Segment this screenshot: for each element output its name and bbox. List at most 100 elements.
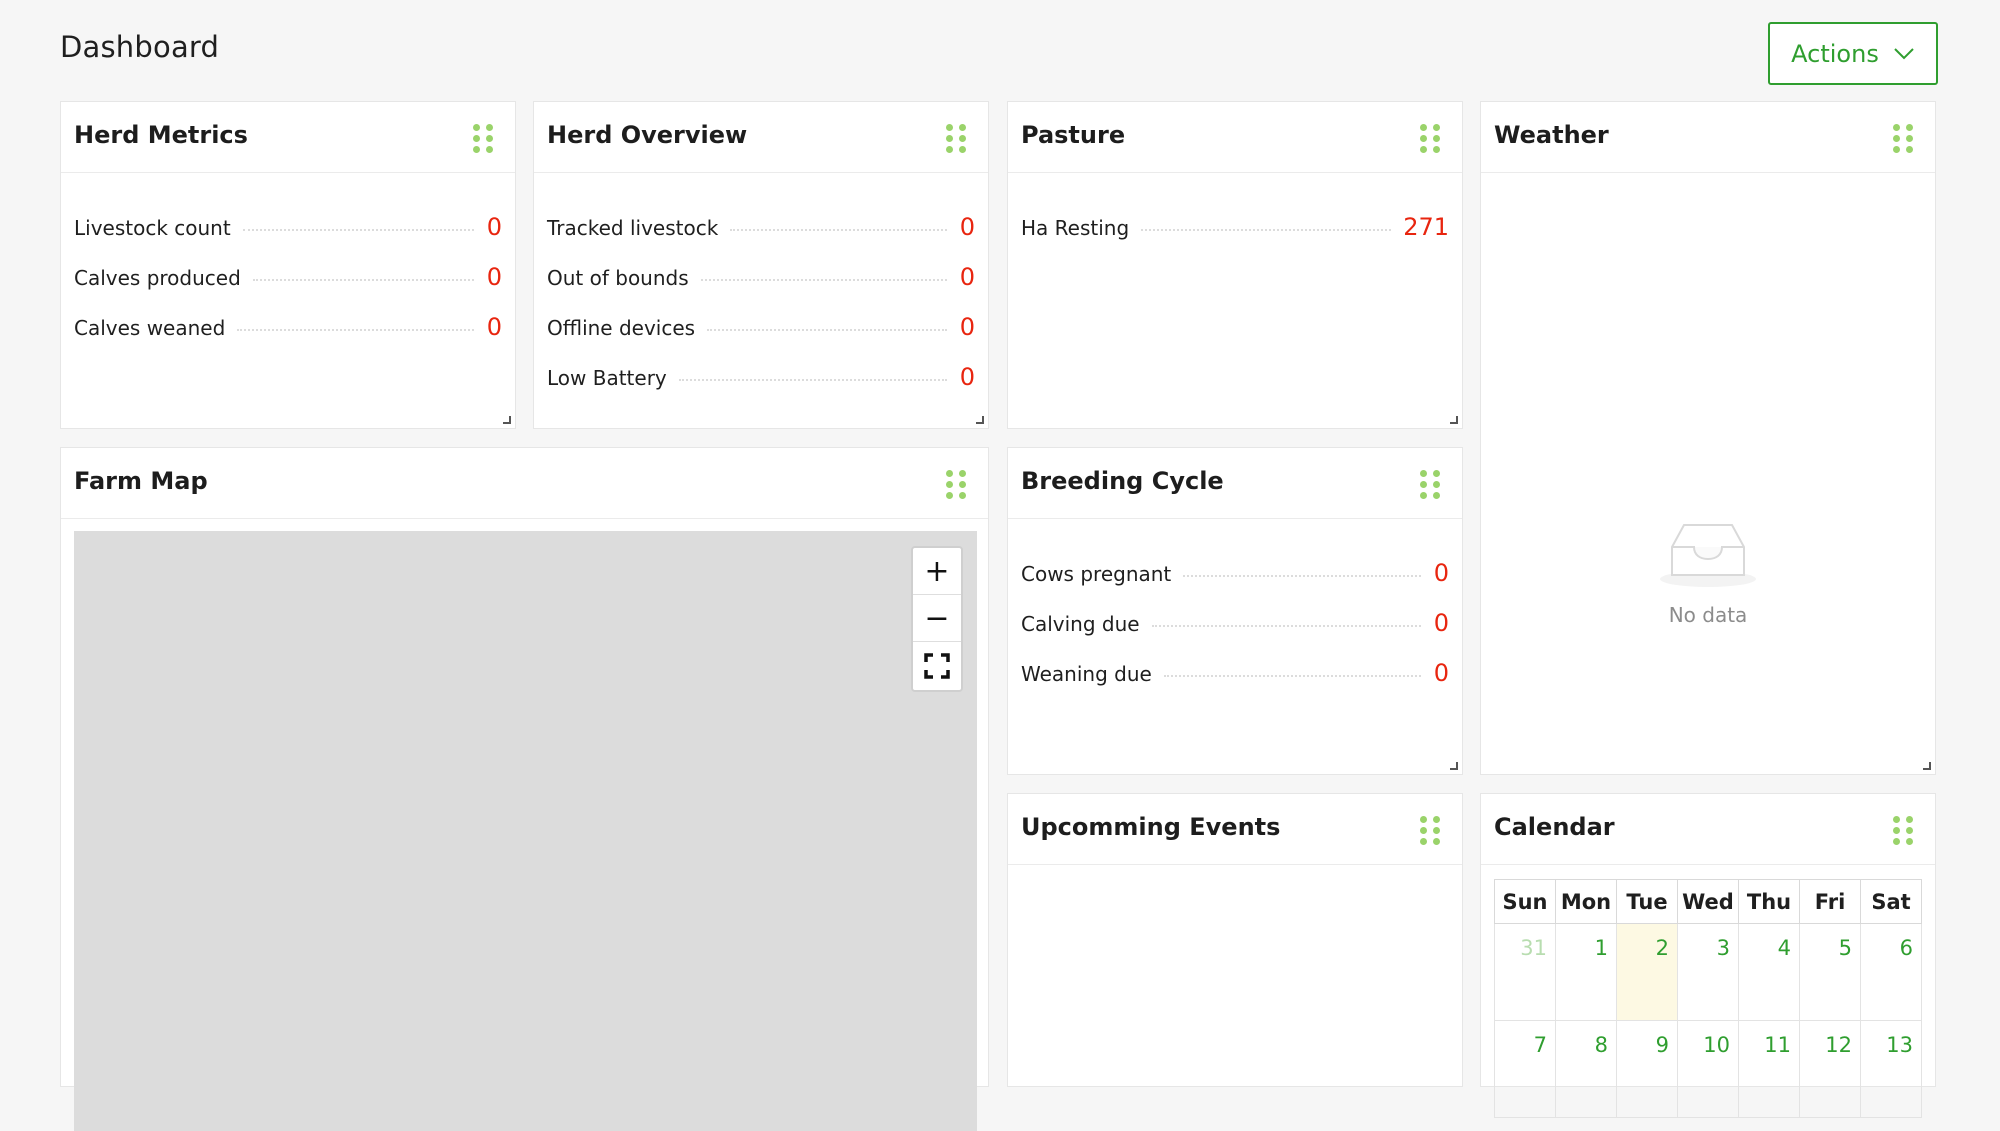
card-title: Breeding Cycle bbox=[1021, 467, 1224, 495]
dotted-leader bbox=[1151, 625, 1421, 627]
dotted-leader bbox=[730, 229, 947, 231]
upcoming-events-card: Upcomming Events bbox=[1007, 793, 1463, 1087]
card-header: Weather bbox=[1481, 102, 1935, 173]
calendar-card: Calendar Sun Mon Tue Wed Thu Fri Sat 31 1 2 3 4 5 6 7… bbox=[1480, 793, 1936, 1118]
metric-label: Offline devices bbox=[547, 316, 696, 340]
drag-handle-icon[interactable] bbox=[946, 470, 968, 500]
weekday-header: Wed bbox=[1677, 879, 1739, 924]
calendar-day[interactable]: 13 bbox=[1860, 1020, 1922, 1118]
metric-list: Livestock count 0 Calves produced 0 Calves w… bbox=[74, 213, 502, 363]
metric-value: 0 bbox=[959, 213, 975, 241]
resize-handle-icon[interactable] bbox=[976, 416, 984, 424]
herd-metrics-card: Herd Metrics Livestock count 0 Calves prod… bbox=[60, 101, 516, 429]
drag-handle-icon[interactable] bbox=[1893, 124, 1915, 154]
empty-state: No data bbox=[1481, 517, 1935, 627]
calendar-day[interactable]: 8 bbox=[1555, 1020, 1617, 1118]
drag-handle-icon[interactable] bbox=[946, 124, 968, 154]
empty-inbox-icon bbox=[1660, 524, 1756, 587]
calendar-day[interactable]: 12 bbox=[1799, 1020, 1861, 1118]
metric-value: 0 bbox=[1433, 609, 1449, 637]
drag-handle-icon[interactable] bbox=[1420, 124, 1442, 154]
calendar-day[interactable]: 9 bbox=[1616, 1020, 1678, 1118]
metric-value: 0 bbox=[486, 213, 502, 241]
card-header: Pasture bbox=[1008, 102, 1462, 173]
calendar-day[interactable]: 1 bbox=[1555, 923, 1617, 1021]
card-title: Farm Map bbox=[74, 467, 208, 495]
dotted-leader bbox=[1141, 229, 1392, 231]
calendar-day[interactable]: 10 bbox=[1677, 1020, 1739, 1118]
metric-row: Calves weaned 0 bbox=[74, 313, 502, 363]
calendar-day[interactable]: 6 bbox=[1860, 923, 1922, 1021]
actions-label: Actions bbox=[1791, 39, 1879, 68]
drag-handle-icon[interactable] bbox=[1420, 816, 1442, 846]
calendar-day[interactable]: 31 bbox=[1494, 923, 1556, 1021]
metric-label: Tracked livestock bbox=[547, 216, 719, 240]
metric-value: 271 bbox=[1403, 213, 1449, 241]
map-canvas[interactable] bbox=[74, 531, 977, 1131]
metric-label: Calves weaned bbox=[74, 316, 226, 340]
metric-row: Ha Resting 271 bbox=[1021, 213, 1449, 263]
metric-label: Cows pregnant bbox=[1021, 562, 1172, 586]
zoom-in-button[interactable]: + bbox=[913, 548, 961, 595]
metric-row: Weaning due 0 bbox=[1021, 659, 1449, 709]
zoom-out-button[interactable]: − bbox=[913, 595, 961, 642]
dotted-leader bbox=[678, 379, 947, 381]
dotted-leader bbox=[252, 279, 474, 281]
calendar-day[interactable]: 7 bbox=[1494, 1020, 1556, 1118]
metric-row: Offline devices 0 bbox=[547, 313, 975, 363]
page-title: Dashboard bbox=[60, 30, 220, 64]
card-header: Breeding Cycle bbox=[1008, 448, 1462, 519]
drag-handle-icon[interactable] bbox=[1420, 470, 1442, 500]
herd-overview-card: Herd Overview Tracked livestock 0 Out of b… bbox=[533, 101, 989, 429]
card-header: Herd Overview bbox=[534, 102, 988, 173]
resize-handle-icon[interactable] bbox=[1450, 762, 1458, 770]
drag-handle-icon[interactable] bbox=[1893, 816, 1915, 846]
metric-value: 0 bbox=[486, 313, 502, 341]
metric-row: Calves produced 0 bbox=[74, 263, 502, 313]
no-data-text: No data bbox=[1668, 603, 1748, 627]
breeding-cycle-card: Breeding Cycle Cows pregnant 0 Calving due… bbox=[1007, 447, 1463, 775]
calendar-day[interactable]: 4 bbox=[1738, 923, 1800, 1021]
metric-label: Livestock count bbox=[74, 216, 231, 240]
calendar-day[interactable]: 3 bbox=[1677, 923, 1739, 1021]
metric-value: 0 bbox=[959, 263, 975, 291]
calendar-week-row: 31 1 2 3 4 5 6 bbox=[1494, 923, 1922, 1021]
pasture-card: Pasture Ha Resting 271 bbox=[1007, 101, 1463, 429]
farm-map-card: Farm Map + − bbox=[60, 447, 989, 1131]
resize-handle-icon[interactable] bbox=[503, 416, 511, 424]
metric-row: Cows pregnant 0 bbox=[1021, 559, 1449, 609]
dotted-leader bbox=[1183, 575, 1421, 577]
calendar-weekday-row: Sun Mon Tue Wed Thu Fri Sat bbox=[1494, 879, 1922, 924]
metric-value: 0 bbox=[959, 313, 975, 341]
metric-row: Calving due 0 bbox=[1021, 609, 1449, 659]
drag-handle-icon[interactable] bbox=[473, 124, 495, 154]
weekday-header: Thu bbox=[1738, 879, 1800, 924]
calendar-day[interactable]: 11 bbox=[1738, 1020, 1800, 1118]
card-title: Herd Metrics bbox=[74, 121, 248, 149]
metric-list: Ha Resting 271 bbox=[1021, 213, 1449, 263]
card-title: Calendar bbox=[1494, 813, 1615, 841]
card-title: Herd Overview bbox=[547, 121, 748, 149]
calendar-day-today[interactable]: 2 bbox=[1616, 923, 1678, 1021]
card-title: Weather bbox=[1494, 121, 1609, 149]
weekday-header: Tue bbox=[1616, 879, 1678, 924]
resize-handle-icon[interactable] bbox=[1923, 762, 1931, 770]
actions-dropdown-button[interactable]: Actions bbox=[1768, 22, 1938, 85]
resize-handle-icon[interactable] bbox=[1450, 416, 1458, 424]
weekday-header: Fri bbox=[1799, 879, 1861, 924]
metric-row: Out of bounds 0 bbox=[547, 263, 975, 313]
map-controls: + − bbox=[911, 546, 963, 692]
metric-label: Low Battery bbox=[547, 366, 667, 390]
card-title: Pasture bbox=[1021, 121, 1126, 149]
metric-list: Cows pregnant 0 Calving due 0 Weaning due 0 bbox=[1021, 559, 1449, 709]
metric-row: Low Battery 0 bbox=[547, 363, 975, 413]
metric-label: Calving due bbox=[1021, 612, 1140, 636]
dotted-leader bbox=[700, 279, 947, 281]
weekday-header: Sat bbox=[1860, 879, 1922, 924]
dotted-leader bbox=[242, 229, 474, 231]
metric-value: 0 bbox=[1433, 559, 1449, 587]
metric-row: Tracked livestock 0 bbox=[547, 213, 975, 263]
fullscreen-button[interactable] bbox=[913, 642, 961, 689]
weather-card: Weather No data bbox=[1480, 101, 1936, 775]
calendar-day[interactable]: 5 bbox=[1799, 923, 1861, 1021]
